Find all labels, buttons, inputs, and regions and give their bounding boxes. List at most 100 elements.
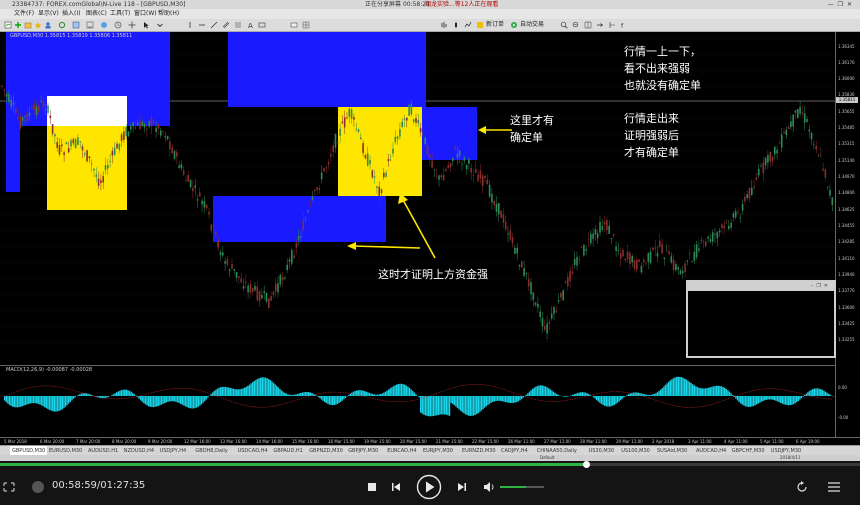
menu-view[interactable]: 显示(V) [38,9,59,19]
macd-bar [800,396,803,399]
macd-bar [106,396,108,398]
window-controls[interactable]: —❐✕ [828,0,856,9]
macd-bar [199,396,201,406]
candle-body [366,153,369,166]
menu-tools[interactable]: 工具(T) [110,9,130,19]
macd-bar [148,396,150,407]
refresh-icon[interactable] [58,21,66,29]
annotation-here-1: 这里才有 [510,114,554,127]
candle-body [790,121,792,128]
progress-handle[interactable] [583,461,590,468]
macd-bar [223,386,225,396]
macd-bar [628,394,630,396]
bar-chart-icon[interactable] [440,21,448,29]
exit-fullscreen-icon[interactable] [3,482,15,492]
plus-icon[interactable] [14,21,22,29]
candle-body [295,242,298,248]
fibonacci-icon[interactable] [234,21,242,29]
candle-body [265,292,268,302]
crosshair-icon[interactable] [128,21,136,29]
menu-file[interactable]: 文件(F) [14,9,34,19]
previous-icon[interactable] [390,481,402,493]
macd-bar [122,389,124,396]
macd-bar [764,396,766,401]
candle-body [222,252,224,256]
candle-body [249,284,252,293]
trendline-icon[interactable] [210,21,218,29]
macd-bar [354,390,356,396]
floating-window-controls[interactable]: –❐✕ [811,282,831,291]
text-tool-icon[interactable]: A [246,21,254,29]
candle-body [327,162,330,165]
profile-icon[interactable] [44,21,52,29]
window-title: 23384737: FOREX.comGlobal\N-Live 118 - [… [12,1,186,8]
candle-body [72,139,75,144]
menu-help[interactable]: 帮助(H) [158,9,179,19]
macd-bar [100,396,102,399]
macd-bar [720,386,723,396]
autoscroll-icon[interactable] [596,21,604,29]
channel-icon[interactable] [222,21,230,29]
folder-icon[interactable] [24,21,32,29]
candle-body [176,152,178,157]
macd-bar [336,396,339,404]
terminal-icon[interactable] [86,21,94,29]
volume-icon[interactable] [483,481,496,493]
menu-chart[interactable]: 图表(C) [86,9,107,19]
menu-window[interactable]: 窗口(W) [134,9,157,19]
candle-body [251,288,254,293]
tester-icon[interactable] [100,21,108,29]
macd-bar [495,396,497,402]
history-icon[interactable] [114,21,122,29]
candle-body [194,185,196,188]
line-chart-icon[interactable] [464,21,472,29]
next-icon[interactable] [456,481,468,493]
zoom-in-icon[interactable] [560,21,568,29]
new-order-button[interactable]: 新订单 [486,19,504,31]
macd-bar [69,396,71,402]
floating-window-titlebar[interactable]: –❐✕ [688,282,834,291]
macd-bar [791,396,793,405]
macd-bar [464,396,467,415]
navigator-icon[interactable] [72,21,80,29]
macd-label: MACD(12,26,9) -0.00087 -0.00028 [6,367,93,373]
macd-bar [826,392,828,396]
label-tool-icon[interactable] [258,21,266,29]
menu-insert[interactable]: 插入(I) [62,9,80,19]
floating-chart-window[interactable]: –❐✕ [686,280,836,358]
macd-bar [396,384,398,396]
candle-body [205,204,208,209]
candle-body [215,231,217,235]
price-tick: 1.34285 [838,239,855,244]
indicators-icon[interactable]: f [620,21,628,29]
candle-body [569,270,571,282]
horizontal-line-icon[interactable] [198,21,206,29]
candle-body [753,186,755,188]
vertical-line-icon[interactable] [186,21,194,29]
playlist-icon[interactable] [827,481,841,493]
autotrade-button[interactable]: 自动交易 [520,19,544,31]
grid-icon[interactable] [302,21,310,29]
cursor-icon[interactable] [142,21,150,29]
macd-bar [501,396,503,402]
stop-icon[interactable] [366,481,378,493]
chevron-down-icon[interactable] [156,21,164,29]
new-chart-icon[interactable] [4,21,12,29]
macd-bar [573,394,575,396]
new-order-icon[interactable] [476,21,484,29]
play-pause-button[interactable] [416,474,442,500]
candle-body [261,295,263,299]
zoom-out-icon[interactable] [572,21,580,29]
macd-panel[interactable] [0,365,835,438]
macd-bar [391,387,393,396]
candle-icon[interactable] [452,21,460,29]
tile-windows-icon[interactable] [584,21,592,29]
macd-bar [445,396,447,415]
timeframe-icon[interactable] [290,21,298,29]
star-icon[interactable] [34,21,42,29]
replay-icon[interactable] [796,481,808,493]
candle-body [755,177,758,180]
autotrade-icon[interactable] [510,21,518,29]
candle-body [518,264,521,267]
chart-shift-icon[interactable] [608,21,616,29]
